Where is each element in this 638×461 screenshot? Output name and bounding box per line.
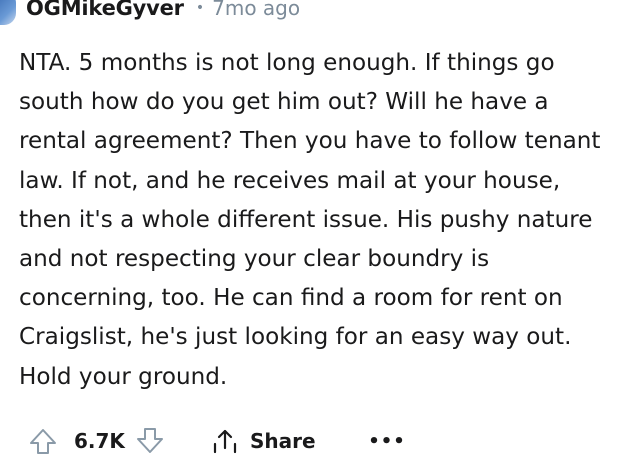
- arrow-down-icon: [137, 428, 163, 453]
- comment-line: south how do you get him out? Will he ha…: [19, 89, 549, 116]
- more-options-icon: •••: [368, 430, 406, 452]
- share-button[interactable]: Share: [210, 421, 316, 461]
- comment-actions: 6.7K Share •••: [0, 421, 638, 461]
- comment-line: Craigslist, he's just looking for an eas…: [19, 324, 572, 351]
- comment-line: Hold your ground.: [19, 363, 228, 390]
- comment-line: NTA. 5 months is not long enough. If thi…: [19, 50, 555, 76]
- share-label: Share: [250, 429, 316, 453]
- comment-line: law. If not, and he receives mail at you…: [19, 167, 561, 194]
- comment-line: then it's a whole different issue. His p…: [19, 206, 593, 233]
- username[interactable]: OGMikeGyver: [26, 0, 184, 20]
- vote-score: 6.7K: [74, 429, 125, 453]
- comment-header: OGMikeGyver • 7mo ago: [0, 0, 300, 25]
- upvote-button[interactable]: [25, 421, 61, 461]
- comment-line: and not respecting your clear boundry is: [19, 245, 490, 272]
- more-options-button[interactable]: •••: [368, 421, 405, 461]
- downvote-button[interactable]: [132, 421, 168, 461]
- share-icon: [213, 429, 237, 454]
- comment-line: concerning, too. He can find a room for …: [19, 285, 563, 312]
- comment-body: NTA. 5 months is not long enough. If thi…: [19, 44, 638, 397]
- separator-dot: •: [195, 0, 205, 16]
- timestamp: 7mo ago: [212, 0, 301, 20]
- avatar[interactable]: [0, 0, 16, 25]
- comment-line: rental agreement? Then you have to follo…: [19, 128, 601, 155]
- arrow-up-icon: [30, 429, 56, 454]
